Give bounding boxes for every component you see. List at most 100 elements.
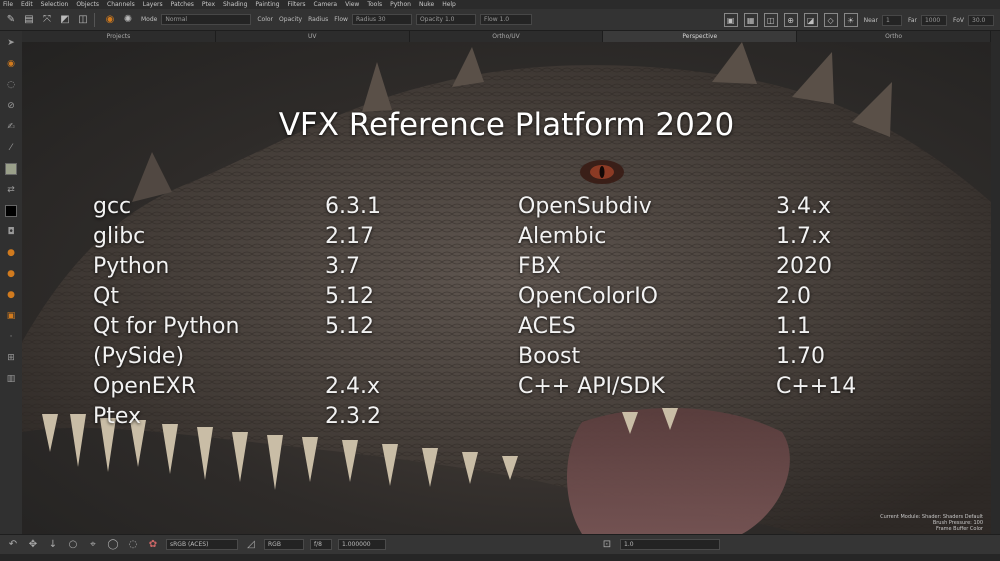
grid-icon[interactable]: ▦: [743, 13, 758, 27]
zoom-field[interactable]: 1.0: [620, 539, 720, 550]
eyedropper-icon[interactable]: ⁄: [5, 142, 17, 154]
undo-icon[interactable]: ↶: [6, 538, 20, 552]
library-name: Qt for Python: [93, 314, 240, 339]
library-version: 2.4.x: [325, 374, 380, 399]
select-arrow-icon[interactable]: ➤: [5, 37, 17, 49]
foreground-color-swatch[interactable]: [5, 163, 17, 175]
tab-perspective[interactable]: Perspective: [603, 31, 798, 42]
mode-select[interactable]: Normal: [161, 14, 252, 25]
menu-item-python[interactable]: Python: [390, 1, 411, 8]
fov-field[interactable]: 30.0: [968, 14, 994, 26]
smudge-icon[interactable]: ✍: [5, 121, 17, 133]
3d-viewport[interactable]: VFX Reference Platform 2020 gcc 6.3.1 glib…: [22, 42, 991, 534]
menu-item-patches[interactable]: Patches: [171, 1, 194, 8]
library-name: Boost: [518, 344, 581, 369]
camera-icon[interactable]: ▣: [723, 13, 738, 27]
opacity-toggle-label[interactable]: Opacity: [279, 16, 302, 23]
colorspace-select[interactable]: sRGB (ACES): [166, 539, 238, 550]
library-version: 3.7: [325, 254, 360, 279]
dot-icon: ·: [9, 332, 13, 342]
menu-item-layers[interactable]: Layers: [143, 1, 163, 8]
gain-field[interactable]: 1.000000: [338, 539, 386, 550]
frame-icon[interactable]: ◫: [763, 13, 778, 27]
near-field[interactable]: 1: [881, 14, 902, 26]
library-name: Ptex: [93, 404, 142, 429]
target-icon[interactable]: ⌖: [86, 538, 100, 552]
circle-icon[interactable]: ○: [66, 538, 80, 552]
lock-icon[interactable]: ⊡: [600, 538, 614, 552]
radius-field-label: Radius: [355, 16, 377, 23]
library-version: 1.7.x: [776, 224, 831, 249]
light-icon[interactable]: ☀: [843, 13, 858, 27]
transform-icon[interactable]: ⤧: [40, 13, 54, 27]
menu-item-objects[interactable]: Objects: [76, 1, 99, 8]
flow-toggle-label[interactable]: Flow: [334, 16, 348, 23]
menubar: File Edit Selection Objects Channels Layers Pa…: [0, 0, 1000, 9]
menu-item-file[interactable]: File: [3, 1, 13, 8]
menu-item-tools[interactable]: Tools: [367, 1, 382, 8]
reset-colors-icon[interactable]: ◘: [5, 226, 17, 238]
cube-icon[interactable]: ◪: [803, 13, 818, 27]
sphere-icon[interactable]: ◯: [106, 538, 120, 552]
left-tool-strip: ➤ ◉ ◌ ⊘ ✍ ⁄ ⇄ ◘ ● ● ● ▣ · ⊞ ▥: [0, 31, 22, 534]
background-color-swatch[interactable]: [5, 205, 17, 217]
library-version: 1.1: [776, 314, 811, 339]
bottom-toolbar: ↶ ✥ ↓ ○ ⌖ ◯ ◌ ✿ sRGB (ACES) ◿ RGB f/8 1.…: [0, 534, 1000, 554]
clone-icon[interactable]: ⊘: [5, 100, 17, 112]
library-version: 2020: [776, 254, 832, 279]
mode-label: Mode: [141, 16, 158, 23]
viewport-tabs: Projects UV Ortho/UV Perspective Ortho: [22, 31, 991, 42]
arrow-down-icon[interactable]: ↓: [46, 538, 60, 552]
material-icon[interactable]: ●: [5, 268, 17, 280]
tab-uv[interactable]: UV: [216, 31, 410, 42]
viewport-info-overlay: Current Module: Shader: Shaders Default …: [880, 514, 983, 532]
eraser-icon[interactable]: ◌: [5, 79, 17, 91]
gradient-icon[interactable]: ▤: [22, 13, 36, 27]
paint-buffer-icon[interactable]: ▣: [5, 310, 17, 322]
channel-select[interactable]: RGB: [264, 539, 304, 550]
move-icon[interactable]: ✥: [26, 538, 40, 552]
opacity-field-label: Opacity: [419, 16, 444, 23]
library-version: 3.4.x: [776, 194, 831, 219]
flow-field[interactable]: Flow 1.0: [479, 14, 532, 25]
opacity-field[interactable]: Opacity 1.0: [415, 14, 476, 25]
menu-item-edit[interactable]: Edit: [21, 1, 33, 8]
menu-item-ptex[interactable]: Ptex: [202, 1, 215, 8]
histogram-icon[interactable]: ◿: [244, 538, 258, 552]
light-ball-icon[interactable]: ●: [5, 289, 17, 301]
library-name: Python: [93, 254, 170, 279]
layout-icon[interactable]: ⊞: [5, 352, 17, 364]
record-icon[interactable]: ◉: [103, 13, 117, 27]
tab-projects[interactable]: Projects: [22, 31, 216, 42]
menu-item-view[interactable]: View: [345, 1, 359, 8]
menu-item-help[interactable]: Help: [442, 1, 456, 8]
radius-toggle-label[interactable]: Radius: [308, 16, 328, 23]
library-name: Qt: [93, 284, 119, 309]
paint-brush-icon[interactable]: ✎: [4, 13, 18, 27]
tab-ortho[interactable]: Ortho: [797, 31, 991, 42]
exposure-field[interactable]: f/8: [310, 539, 332, 550]
menu-item-shading[interactable]: Shading: [223, 1, 247, 8]
paint-icon[interactable]: ◉: [5, 58, 17, 70]
shader-ball-icon[interactable]: ●: [5, 247, 17, 259]
far-field[interactable]: 1000: [920, 14, 947, 26]
color-wheel-icon[interactable]: ✿: [146, 538, 160, 552]
swap-colors-icon[interactable]: ⇄: [5, 184, 17, 196]
mask-icon[interactable]: ◩: [58, 13, 72, 27]
target-icon[interactable]: ⊕: [783, 13, 798, 27]
tab-ortho-uv[interactable]: Ortho/UV: [410, 31, 604, 42]
stamp-icon[interactable]: ✺: [121, 13, 135, 27]
menu-item-painting[interactable]: Painting: [255, 1, 279, 8]
menu-item-camera[interactable]: Camera: [314, 1, 338, 8]
library-version: C++14: [776, 374, 857, 399]
menu-item-filters[interactable]: Filters: [288, 1, 306, 8]
panel-icon[interactable]: ▥: [5, 373, 17, 385]
library-name: (PySide): [93, 344, 185, 369]
radius-field[interactable]: Radius 30: [351, 14, 412, 25]
menu-item-selection[interactable]: Selection: [41, 1, 69, 8]
dotted-circle-icon[interactable]: ◌: [126, 538, 140, 552]
menu-item-nuke[interactable]: Nuke: [419, 1, 434, 8]
wireframe-icon[interactable]: ◇: [823, 13, 838, 27]
menu-item-channels[interactable]: Channels: [107, 1, 135, 8]
lock-icon[interactable]: ◫: [76, 13, 90, 27]
